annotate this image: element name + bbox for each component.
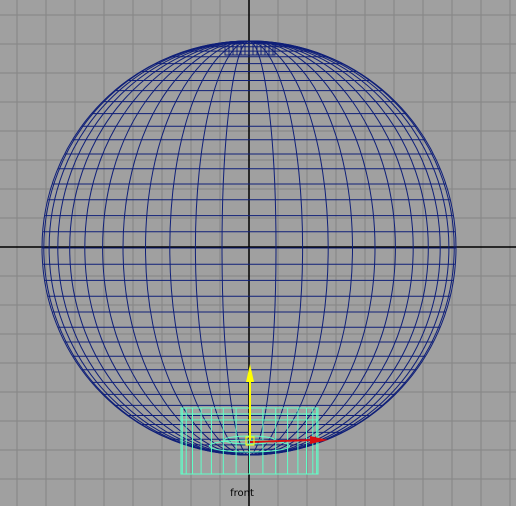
front-viewport[interactable]: front: [0, 0, 516, 506]
world-axes: [0, 0, 516, 506]
yellow-arrow-icon[interactable]: [246, 364, 254, 440]
camera-label: front: [230, 488, 254, 499]
grid: [0, 0, 516, 506]
viewport-scene[interactable]: [0, 0, 516, 506]
